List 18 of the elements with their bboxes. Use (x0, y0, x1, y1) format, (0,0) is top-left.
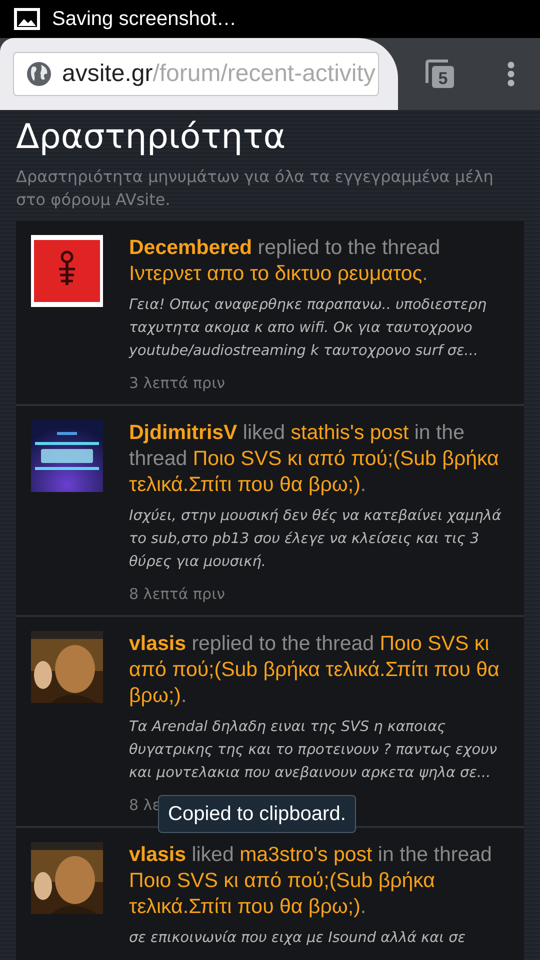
image-icon (14, 8, 40, 30)
page-title: Δραστηριότητα (16, 116, 287, 159)
menu-icon[interactable] (506, 61, 514, 87)
timestamp: 8 λεπτά πριν (129, 585, 226, 603)
url-field[interactable]: avsite.gr/forum/recent-activity (13, 52, 379, 96)
toast-message: Copied to clipboard. (158, 795, 356, 833)
page-description: Δραστηριότητα μηνυμάτων για όλα τα εγγεγραμμένα μέλη στο φόρουμ AVsite. (16, 166, 494, 211)
activity-headline: DjdimitrisV liked stathis's post in the thread Ποιο SVS κι από πού;(Sub βρήκα τελικά.Σπίτι που θα βρω;). (129, 420, 500, 498)
globe-icon (26, 61, 52, 87)
post-snippet: σε επικοινωνία που ειχα με Isound αλλά και σε (129, 929, 466, 948)
post-snippet: Τα Arendal δηλαδη ειναι της SVS η καποιας θυγατρικης της και το προτεινουν ? παντως εχουν και μοντελακια που ανεβαινουν αρκετα ψηλα σε... (129, 718, 498, 783)
activity-headline: vlasis replied to the thread Ποιο SVS κι από πού;(Sub βρήκα τελικά.Σπίτι που θα βρω;). (129, 631, 500, 709)
activity-headline: vlasis liked ma3stro's post in the thread Ποιο SVS κι από πού;(Sub βρήκα τελικά.Σπίτι που θα βρω;). (129, 842, 493, 920)
notification-text: Saving screenshot… (52, 8, 237, 30)
timestamp: 3 λεπτά πριν (129, 374, 226, 392)
post-snippet: Ισχύει, στην μουσική δεν θές να κατεβαίνει χαμηλά το sub,στο pb13 σου έλεγε να κλείσεις και τις 3 θύρες για μουσική. (129, 507, 502, 572)
activity-headline: Decembered replied to the thread Ιντερνετ απο το δικτυο ρευματος. (129, 235, 442, 287)
post-snippet: Γεια! Οπως αναφερθηκε παραπανω.. υποδιεστερη ταχυτητα ακομα κ απο wifi. Οκ για ταυτοχρονο youtube/audiostreaming k ταυτοχρονο surf σε... (129, 296, 488, 361)
